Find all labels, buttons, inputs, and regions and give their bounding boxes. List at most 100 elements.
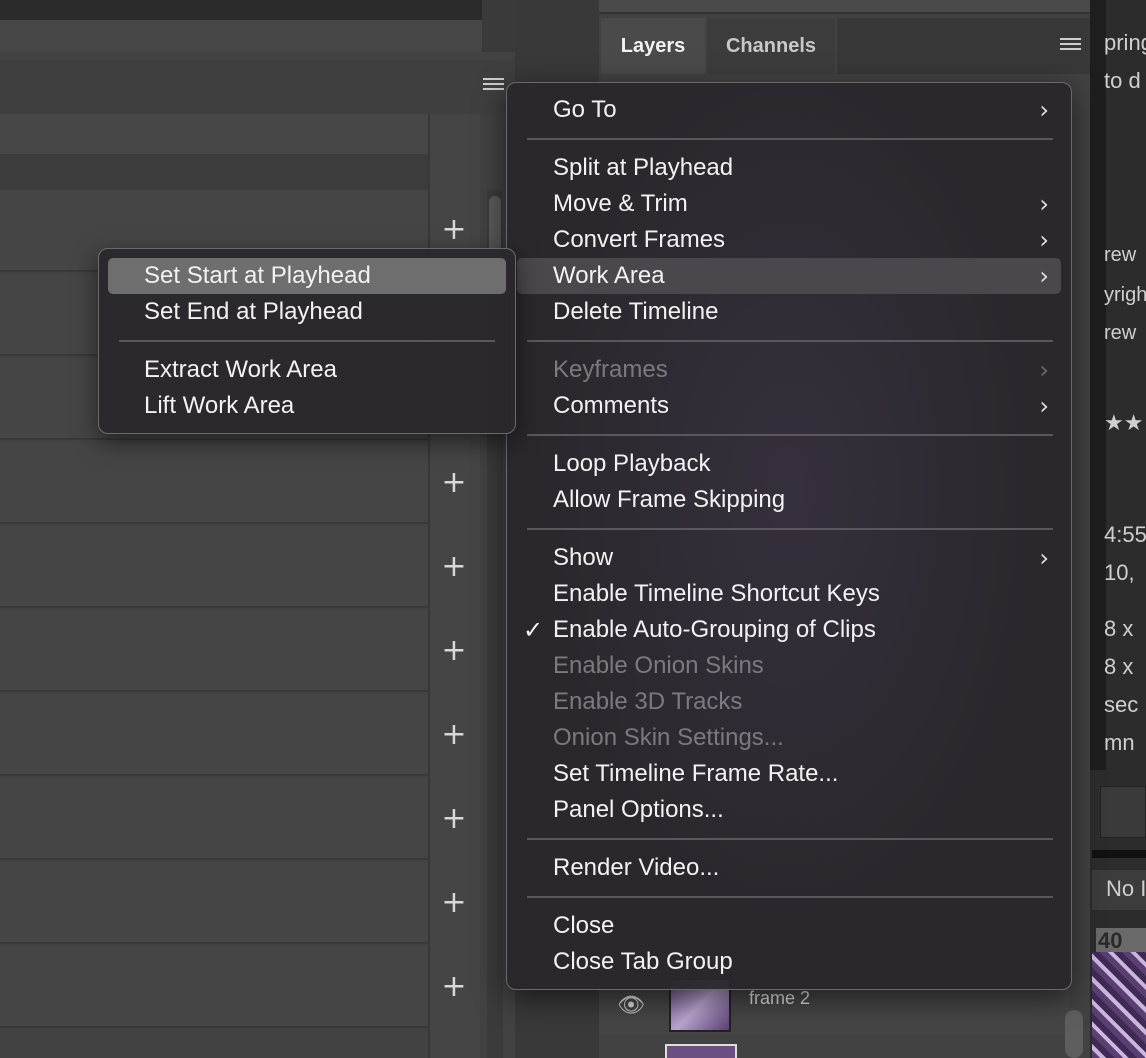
menu-item-work-area[interactable]: Work Area › bbox=[517, 258, 1061, 294]
menu-item-label: Panel Options... bbox=[553, 796, 724, 823]
submenu-item-label: Set Start at Playhead bbox=[144, 262, 371, 289]
menu-item-move-trim[interactable]: Move & Trim › bbox=[517, 186, 1061, 222]
chevron-right-icon: › bbox=[1039, 262, 1049, 290]
timeline-panel: + + + + + + + + bbox=[0, 0, 515, 1058]
timeline-track-row[interactable] bbox=[0, 694, 428, 776]
submenu-item-label: Set End at Playhead bbox=[144, 298, 363, 325]
property-text: pring bbox=[1104, 30, 1146, 55]
menu-separator bbox=[527, 434, 1053, 436]
submenu-item-set-end-at-playhead[interactable]: Set End at Playhead bbox=[108, 294, 506, 330]
menu-item-comments[interactable]: Comments › bbox=[517, 388, 1061, 424]
checkmark-icon: ✓ bbox=[523, 616, 544, 644]
add-media-icon[interactable]: + bbox=[440, 215, 468, 245]
menu-item-split-at-playhead[interactable]: Split at Playhead bbox=[517, 150, 1061, 186]
menu-separator bbox=[527, 838, 1053, 840]
menu-item-label: Keyframes bbox=[553, 356, 668, 383]
add-media-icon[interactable]: + bbox=[440, 552, 468, 582]
property-dropdown[interactable]: No I bbox=[1092, 870, 1146, 910]
menu-item-enable-onion-skins: Enable Onion Skins bbox=[517, 648, 1061, 684]
menu-item-label: Allow Frame Skipping bbox=[553, 486, 786, 513]
menu-item-allow-frame-skipping[interactable]: Allow Frame Skipping bbox=[517, 482, 1061, 518]
submenu-item-set-start-at-playhead[interactable]: Set Start at Playhead bbox=[108, 258, 506, 294]
property-text: yrigh bbox=[1104, 284, 1146, 306]
tab-layers[interactable]: Layers bbox=[601, 18, 705, 74]
chevron-right-icon: › bbox=[1039, 96, 1049, 124]
timeline-track-row[interactable] bbox=[0, 862, 428, 944]
timeline-track-row[interactable] bbox=[0, 778, 428, 860]
menu-item-show[interactable]: Show › bbox=[517, 540, 1061, 576]
property-text: 8 x bbox=[1104, 654, 1134, 679]
timeline-panel-menu-icon[interactable] bbox=[483, 78, 504, 92]
menu-item-close-tab-group[interactable]: Close Tab Group bbox=[517, 944, 1061, 980]
preview-thumbnail bbox=[1092, 952, 1146, 1058]
submenu-item-lift-work-area[interactable]: Lift Work Area bbox=[108, 388, 506, 424]
chevron-right-icon: › bbox=[1039, 356, 1049, 384]
menu-item-label: Comments bbox=[553, 392, 670, 419]
menu-item-loop-playback[interactable]: Loop Playback bbox=[517, 446, 1061, 482]
timeline-track-row[interactable] bbox=[0, 526, 428, 608]
property-text: sec bbox=[1104, 692, 1139, 717]
menu-item-label: Close bbox=[553, 912, 615, 939]
timeline-track-row[interactable] bbox=[0, 442, 428, 524]
property-field[interactable] bbox=[1100, 786, 1146, 838]
add-media-icon[interactable]: + bbox=[440, 720, 468, 750]
timeline-work-area-bar[interactable] bbox=[0, 154, 428, 190]
chevron-right-icon: › bbox=[1039, 544, 1049, 572]
timeline-ruler bbox=[0, 114, 428, 154]
menu-item-label: Enable Timeline Shortcut Keys bbox=[553, 580, 880, 607]
add-media-icon[interactable]: + bbox=[440, 888, 468, 918]
menu-item-label: Go To bbox=[553, 96, 617, 123]
menu-item-go-to[interactable]: Go To › bbox=[517, 92, 1061, 128]
timeline-title-bar bbox=[0, 0, 482, 20]
separator bbox=[1092, 850, 1146, 858]
property-dropdown-value: No I bbox=[1106, 876, 1146, 901]
menu-item-label: Work Area bbox=[553, 262, 665, 289]
submenu-item-label: Lift Work Area bbox=[144, 392, 295, 419]
add-media-icon[interactable]: + bbox=[440, 468, 468, 498]
menu-item-label: Close Tab Group bbox=[553, 948, 733, 975]
menu-item-label: Render Video... bbox=[553, 854, 720, 881]
menu-item-enable-3d-tracks: Enable 3D Tracks bbox=[517, 684, 1061, 720]
chevron-right-icon: › bbox=[1039, 226, 1049, 254]
menu-item-set-frame-rate[interactable]: Set Timeline Frame Rate... bbox=[517, 756, 1061, 792]
rating-stars[interactable]: ★★ bbox=[1104, 410, 1146, 436]
tab-channels[interactable]: Channels bbox=[707, 18, 835, 74]
menu-separator bbox=[527, 896, 1053, 898]
add-media-icon[interactable]: + bbox=[440, 636, 468, 666]
timeline-track-row[interactable] bbox=[0, 946, 428, 1028]
menu-item-delete-timeline[interactable]: Delete Timeline bbox=[517, 294, 1061, 330]
add-media-icon[interactable]: + bbox=[440, 804, 468, 834]
layers-panel-menu-icon[interactable] bbox=[1060, 38, 1081, 52]
menu-item-label: Enable 3D Tracks bbox=[553, 688, 743, 715]
menu-item-close[interactable]: Close bbox=[517, 908, 1061, 944]
timeline-track-row[interactable] bbox=[0, 610, 428, 692]
property-text: to d bbox=[1104, 68, 1141, 93]
menu-item-onion-skin-settings: Onion Skin Settings... bbox=[517, 720, 1061, 756]
menu-item-label: Delete Timeline bbox=[553, 298, 719, 325]
layer-name: frame 2 bbox=[749, 988, 811, 1008]
panel-gap bbox=[482, 0, 515, 52]
add-media-icon[interactable]: + bbox=[440, 972, 468, 1002]
menu-item-enable-auto-grouping[interactable]: ✓ Enable Auto-Grouping of Clips bbox=[517, 612, 1061, 648]
menu-separator bbox=[527, 528, 1053, 530]
menu-item-label: Onion Skin Settings... bbox=[553, 724, 784, 751]
timeline-panel-menu: Go To › Split at Playhead Move & Trim › … bbox=[506, 82, 1072, 990]
layers-scroll-thumb[interactable] bbox=[1065, 1010, 1083, 1058]
chevron-right-icon: › bbox=[1039, 392, 1049, 420]
menu-item-label: Show bbox=[553, 544, 614, 571]
submenu-item-label: Extract Work Area bbox=[144, 356, 337, 383]
eye-icon[interactable]: 👁 bbox=[617, 992, 645, 1018]
frame-number: 40 bbox=[1096, 928, 1146, 953]
submenu-item-extract-work-area[interactable]: Extract Work Area bbox=[108, 352, 506, 388]
menu-item-label: Enable Auto-Grouping of Clips bbox=[553, 616, 876, 643]
menu-item-panel-options[interactable]: Panel Options... bbox=[517, 792, 1061, 828]
submenu-separator bbox=[119, 340, 495, 342]
property-text: rew bbox=[1104, 244, 1137, 266]
menu-item-keyframes: Keyframes › bbox=[517, 352, 1061, 388]
menu-item-enable-timeline-shortcut-keys[interactable]: Enable Timeline Shortcut Keys bbox=[517, 576, 1061, 612]
menu-item-label: Set Timeline Frame Rate... bbox=[553, 760, 839, 787]
menu-separator bbox=[527, 340, 1053, 342]
menu-item-render-video[interactable]: Render Video... bbox=[517, 850, 1061, 886]
property-text: 4:55 bbox=[1104, 522, 1146, 547]
menu-item-convert-frames[interactable]: Convert Frames › bbox=[517, 222, 1061, 258]
